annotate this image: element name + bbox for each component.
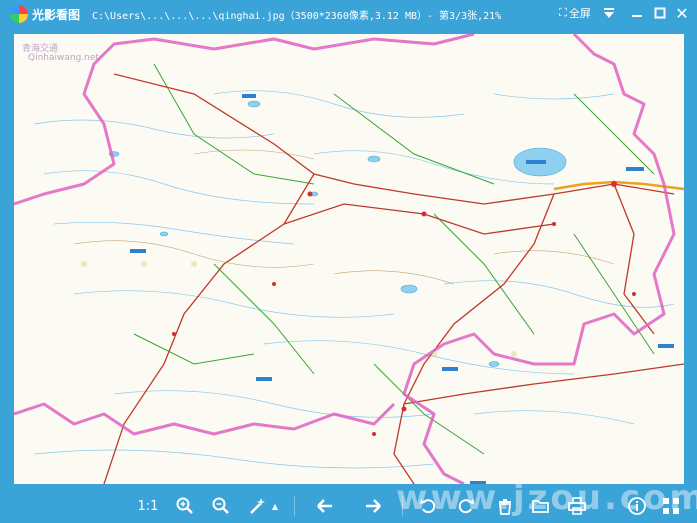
- title-bar: 光影看图 C:\Users\...\...\...\qinghai.jpg（35…: [0, 0, 697, 28]
- magic-wand-dropdown[interactable]: ▲: [268, 494, 282, 518]
- image-viewer[interactable]: 青海交通 Qinhaiwang.net: [14, 34, 684, 484]
- maximize-icon: [654, 7, 666, 19]
- actual-size-button[interactable]: 1:1: [134, 494, 162, 518]
- zoom-in-icon: [176, 497, 193, 514]
- minimize-button[interactable]: [628, 3, 646, 23]
- app-logo-icon: [10, 5, 28, 23]
- map-watermark-url: Qinhaiwang.net: [28, 53, 99, 63]
- close-icon: ✕: [675, 3, 689, 23]
- zoom-out-icon: [212, 497, 229, 514]
- zoom-in-button[interactable]: [172, 494, 198, 518]
- fullscreen-label: 全屏: [568, 7, 591, 20]
- maximize-button[interactable]: [651, 3, 669, 23]
- menu-button[interactable]: [600, 3, 618, 23]
- qinghai-map-image: [14, 34, 684, 484]
- zoom-out-button[interactable]: [208, 494, 234, 518]
- prev-icon: [317, 499, 332, 513]
- file-info: C:\Users\...\...\...\qinghai.jpg（3500*23…: [92, 11, 502, 22]
- close-button[interactable]: ✕: [672, 3, 692, 23]
- previous-image-button[interactable]: [312, 494, 338, 518]
- site-watermark: www.jzou.com: [396, 478, 697, 518]
- magic-wand-button[interactable]: [244, 494, 270, 518]
- app-name: 光影看图: [32, 8, 81, 22]
- fullscreen-icon: ⛶: [559, 6, 567, 19]
- toolbar-divider: [294, 496, 295, 516]
- next-icon: [366, 499, 381, 513]
- menu-icon: [604, 8, 614, 18]
- chevron-up-icon: ▲: [271, 501, 279, 511]
- minimize-icon: [632, 15, 642, 17]
- next-image-button[interactable]: [360, 494, 386, 518]
- magic-wand-icon: [250, 498, 265, 514]
- fullscreen-button[interactable]: ⛶ 全屏: [556, 3, 594, 23]
